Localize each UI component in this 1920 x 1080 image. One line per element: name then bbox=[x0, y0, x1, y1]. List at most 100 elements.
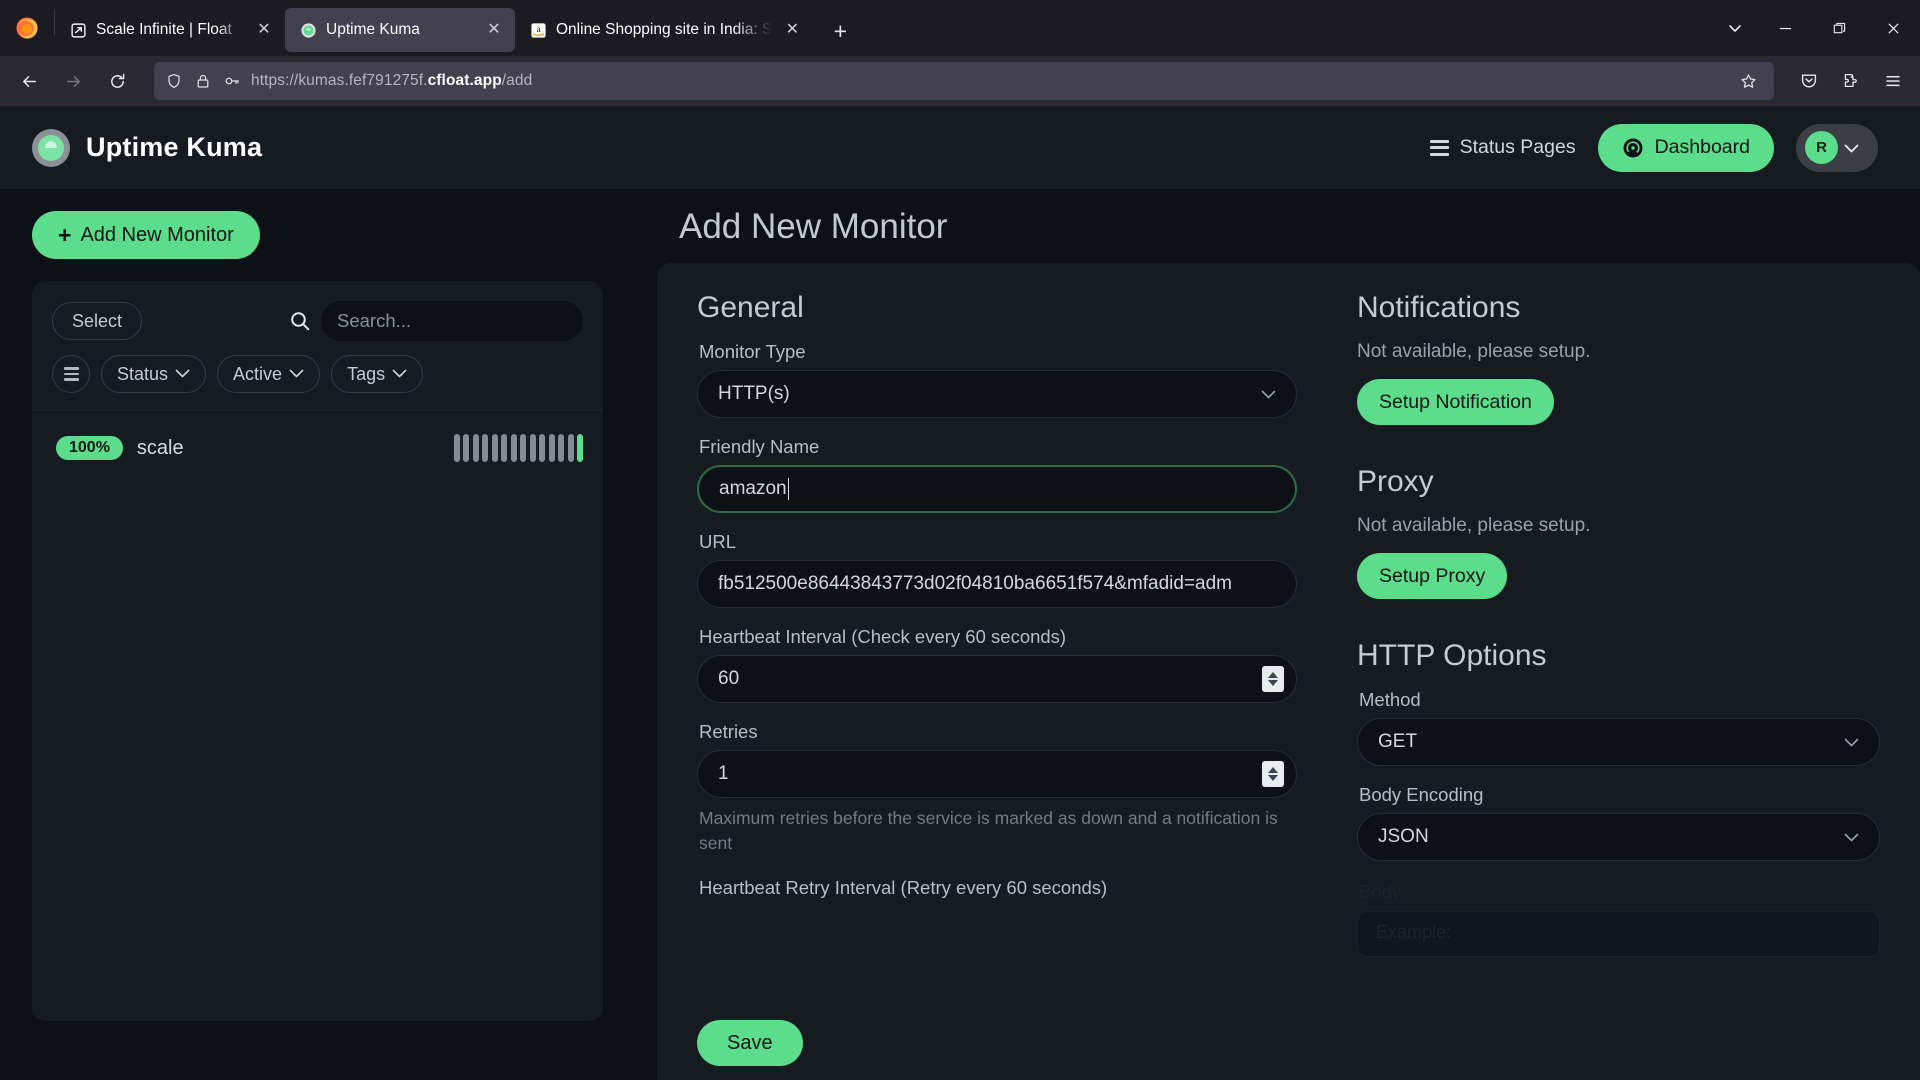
filter-tags[interactable]: Tags bbox=[331, 355, 424, 393]
firefox-logo-icon bbox=[0, 0, 54, 56]
browser-tab-0[interactable]: Scale Infinite | Float ✕ bbox=[55, 8, 285, 52]
chevron-down-icon bbox=[1844, 141, 1859, 155]
setup-proxy-button[interactable]: Setup Proxy bbox=[1357, 553, 1508, 599]
avatar: R bbox=[1805, 131, 1838, 164]
body-textarea[interactable]: Example: bbox=[1357, 911, 1880, 957]
filter-active[interactable]: Active bbox=[217, 355, 321, 393]
chevron-down-icon bbox=[392, 367, 407, 381]
options-column: Notifications Not available, please setu… bbox=[1327, 291, 1880, 1043]
maximize-icon[interactable] bbox=[1812, 6, 1866, 50]
monitor-sidebar: + Add New Monitor Select Search... Statu… bbox=[0, 189, 633, 1080]
general-column: General Monitor Type HTTP(s) Friendly Na… bbox=[697, 291, 1297, 1043]
monitor-list: 100% scale bbox=[32, 410, 603, 476]
browser-tab-1[interactable]: Uptime Kuma ✕ bbox=[285, 8, 515, 52]
controls-row-top: Select bbox=[52, 301, 583, 341]
heartbeat-bar-segment bbox=[491, 434, 498, 462]
brand[interactable]: Uptime Kuma bbox=[30, 127, 262, 169]
setup-notification-button[interactable]: Setup Notification bbox=[1357, 379, 1554, 425]
monitor-type-select[interactable]: HTTP(s) bbox=[697, 370, 1297, 418]
reload-icon[interactable] bbox=[96, 62, 138, 100]
monitor-type-label: Monitor Type bbox=[699, 341, 806, 362]
monitor-name: scale bbox=[136, 436, 184, 459]
monitor-type-value: HTTP(s) bbox=[718, 383, 790, 404]
stepper-down-icon[interactable] bbox=[1268, 680, 1278, 686]
tab-title: Scale Infinite | Float bbox=[96, 21, 232, 38]
chevron-down-icon bbox=[289, 367, 304, 381]
plus-icon: + bbox=[58, 221, 72, 248]
url-input[interactable]: fb512500e86443843773d02f04810ba6651f574&… bbox=[697, 560, 1297, 608]
heartbeat-bar-segment bbox=[482, 434, 488, 462]
filter-tags-label: Tags bbox=[347, 363, 386, 384]
url-label: URL bbox=[699, 531, 737, 552]
status-pages-link[interactable]: Status Pages bbox=[1429, 136, 1576, 159]
uptime-kuma-app: Uptime Kuma Status Pages Dashboard R + A… bbox=[0, 106, 1920, 1080]
address-bar[interactable]: https://kumas.fef791275f.cfloat.app/add bbox=[154, 62, 1774, 100]
url-value: fb512500e86443843773d02f04810ba6651f574&… bbox=[718, 573, 1233, 594]
heartbeat-bar-segment bbox=[463, 434, 469, 462]
body-encoding-value: JSON bbox=[1378, 826, 1429, 847]
browser-tab-2[interactable]: a Online Shopping site in India: S ✕ bbox=[515, 8, 813, 52]
back-icon[interactable] bbox=[8, 62, 50, 100]
method-select[interactable]: GET bbox=[1357, 718, 1880, 766]
filter-active-label: Active bbox=[233, 363, 283, 384]
number-stepper[interactable] bbox=[1262, 666, 1284, 692]
close-window-icon[interactable] bbox=[1866, 6, 1920, 50]
float-icon bbox=[69, 21, 87, 39]
new-tab-button[interactable]: + bbox=[821, 12, 859, 50]
dashboard-label: Dashboard bbox=[1654, 136, 1750, 158]
user-menu[interactable]: R bbox=[1796, 123, 1878, 172]
save-button[interactable]: Save bbox=[697, 1020, 803, 1066]
chevron-down-icon bbox=[175, 367, 190, 381]
minimize-icon[interactable] bbox=[1758, 6, 1812, 50]
number-stepper[interactable] bbox=[1262, 761, 1284, 787]
shield-icon[interactable] bbox=[164, 71, 184, 91]
controls-row-filters: Status Active Tags bbox=[52, 355, 583, 393]
chevron-down-icon bbox=[1844, 829, 1859, 846]
toolbar-actions bbox=[1786, 62, 1912, 100]
heartbeat-bar-segment bbox=[529, 434, 536, 462]
list-item[interactable]: 100% scale bbox=[50, 420, 589, 476]
svg-text:a: a bbox=[536, 23, 540, 33]
monitor-form: General Monitor Type HTTP(s) Friendly Na… bbox=[657, 263, 1920, 1043]
main-content: Add New Monitor General Monitor Type HTT… bbox=[633, 189, 1920, 1080]
gauge-icon bbox=[1622, 137, 1644, 159]
heartbeat-bar-segment bbox=[548, 434, 555, 462]
stepper-up-icon[interactable] bbox=[1268, 672, 1278, 678]
close-icon[interactable]: ✕ bbox=[483, 19, 505, 41]
app-menu-icon[interactable] bbox=[1874, 62, 1912, 100]
heartbeat-bar-segment bbox=[501, 434, 507, 462]
sort-icon[interactable] bbox=[52, 355, 90, 393]
add-new-monitor-button[interactable]: + Add New Monitor bbox=[32, 211, 260, 259]
key-icon[interactable] bbox=[222, 71, 242, 91]
heartbeat-bar-segment bbox=[558, 434, 564, 462]
pocket-icon[interactable] bbox=[1790, 62, 1828, 100]
list-icon bbox=[1429, 139, 1449, 156]
search-input[interactable] bbox=[321, 301, 583, 341]
stepper-down-icon[interactable] bbox=[1268, 775, 1278, 781]
lock-icon[interactable] bbox=[193, 71, 213, 91]
extensions-icon[interactable] bbox=[1832, 62, 1870, 100]
save-bar: Save bbox=[657, 1006, 1920, 1080]
heartbeat-bar-segment bbox=[453, 434, 460, 462]
body-encoding-select[interactable]: JSON bbox=[1357, 813, 1880, 861]
app-body: + Add New Monitor Select Search... Statu… bbox=[0, 189, 1920, 1080]
url-text[interactable]: https://kumas.fef791275f.cfloat.app/add bbox=[251, 72, 1723, 90]
friendly-name-input[interactable]: amazon bbox=[697, 465, 1297, 513]
retries-input[interactable]: 1 bbox=[697, 750, 1297, 798]
bookmark-star-icon[interactable] bbox=[1732, 65, 1764, 97]
heartbeat-bar bbox=[453, 434, 583, 462]
close-icon[interactable]: ✕ bbox=[781, 19, 803, 41]
proxy-section-title: Proxy bbox=[1357, 465, 1434, 498]
close-icon[interactable]: ✕ bbox=[253, 19, 275, 41]
select-button[interactable]: Select bbox=[52, 302, 143, 340]
app-header: Uptime Kuma Status Pages Dashboard R bbox=[0, 106, 1920, 189]
search-icon[interactable] bbox=[289, 310, 311, 332]
filter-status[interactable]: Status bbox=[101, 355, 207, 393]
url-prefix: https://kumas.fef791275f. bbox=[251, 72, 428, 89]
add-new-monitor-label: Add New Monitor bbox=[80, 223, 234, 246]
tab-title: Uptime Kuma bbox=[326, 21, 420, 38]
dashboard-button[interactable]: Dashboard bbox=[1597, 123, 1774, 172]
stepper-up-icon[interactable] bbox=[1268, 767, 1278, 773]
list-all-tabs-icon[interactable] bbox=[1712, 6, 1758, 50]
heartbeat-interval-input[interactable]: 60 bbox=[697, 655, 1297, 703]
